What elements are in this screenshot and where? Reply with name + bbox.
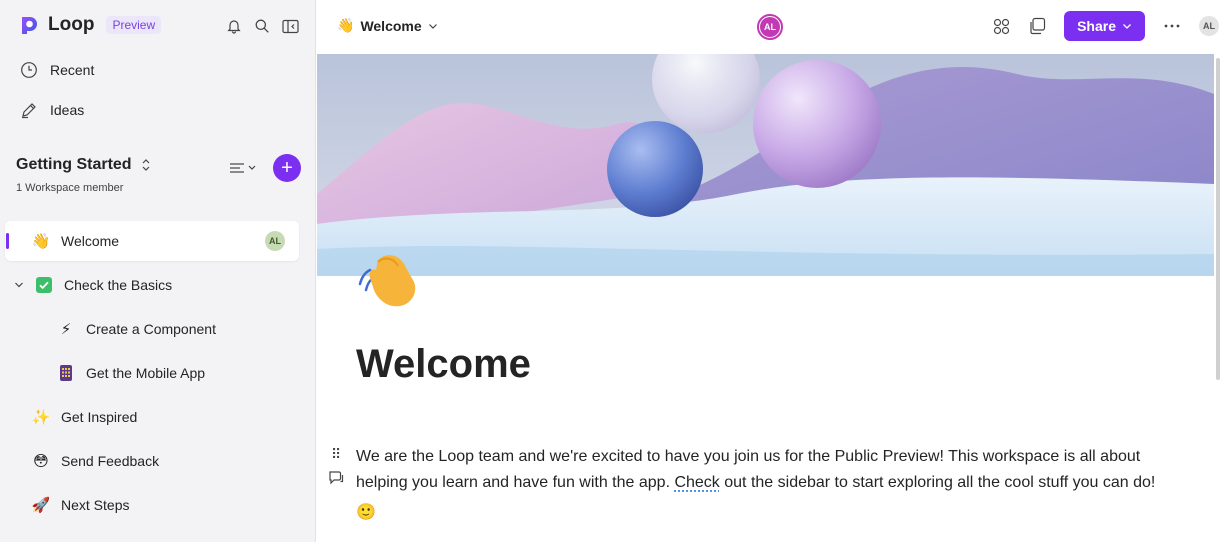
cover-illustration: [317, 54, 1214, 276]
sidebar: Loop Preview Recent Ideas Getting Starte…: [0, 0, 316, 542]
sort-chevron-icon: [142, 159, 149, 171]
page-item-label: Welcome: [61, 233, 120, 249]
page-item-label: Create a Component: [86, 321, 216, 337]
nav-recent-label: Recent: [50, 62, 95, 78]
nav-ideas-label: Ideas: [50, 102, 85, 118]
cover-image: [317, 54, 1214, 276]
sort-options-icon[interactable]: [229, 159, 259, 177]
page-item-get-inspired[interactable]: ✨ Get Inspired: [31, 407, 138, 427]
chevron-down-icon: [1123, 24, 1131, 29]
page-item-create-component[interactable]: ⚡ Create a Component: [56, 319, 216, 339]
search-icon[interactable]: [253, 17, 271, 35]
page-item-label: Next Steps: [61, 497, 130, 513]
sidebar-top-icons: [225, 17, 299, 35]
sparkles-icon: ✨: [31, 409, 51, 426]
comment-icon[interactable]: [328, 469, 344, 490]
chevron-down-icon: [428, 23, 437, 29]
active-indicator: [6, 233, 9, 249]
avatar: AL: [265, 231, 285, 251]
page-item-send-feedback[interactable]: 😳 Send Feedback: [31, 451, 159, 471]
collapse-sidebar-icon[interactable]: [281, 17, 299, 35]
drag-handle-icon[interactable]: ⠿: [331, 446, 341, 463]
nav-recent[interactable]: Recent: [20, 61, 94, 79]
smiling-face-icon: 🙂: [356, 504, 376, 521]
collaborator-avatar[interactable]: AL: [757, 14, 783, 40]
page-item-check-basics[interactable]: Check the Basics: [14, 275, 172, 295]
phone-icon: [56, 363, 76, 383]
paragraph-text: out the sidebar to start exploring all t…: [719, 474, 1156, 491]
page-item-label: Check the Basics: [64, 277, 173, 293]
page-item-label: Get the Mobile App: [86, 365, 206, 381]
workspace-title-label: Getting Started: [16, 156, 132, 173]
user-avatar[interactable]: AL: [1199, 16, 1219, 36]
page-title-dropdown[interactable]: 👋 Welcome: [337, 17, 438, 34]
top-bar: 👋 Welcome AL Share AL: [317, 0, 1221, 54]
loop-logo-icon: [22, 17, 37, 34]
chevron-down-icon[interactable]: [14, 280, 24, 290]
pen-icon: [22, 103, 36, 119]
welcome-paragraph[interactable]: We are the Loop team and we're excited t…: [356, 444, 1176, 526]
check-box-icon: [34, 275, 54, 295]
copy-link-icon[interactable]: [1028, 17, 1046, 35]
lightning-icon: ⚡: [60, 321, 72, 338]
page-item-next-steps[interactable]: 🚀 Next Steps: [31, 495, 130, 515]
workspace-controls: +: [229, 154, 301, 182]
spelling-flag[interactable]: Check: [674, 474, 719, 491]
scrollbar[interactable]: [1216, 58, 1220, 380]
brand[interactable]: Loop Preview: [18, 14, 162, 36]
waving-hand-icon: 👋: [337, 17, 355, 33]
page-title: Welcome: [360, 17, 422, 34]
page-heading[interactable]: Welcome: [356, 342, 531, 387]
page-item-mobile-app[interactable]: Get the Mobile App: [56, 363, 205, 383]
page-item-welcome[interactable]: 👋 Welcome AL: [5, 221, 299, 261]
workspace-members: 1 Workspace member: [16, 182, 124, 194]
avatar-initials: AL: [760, 17, 780, 37]
nav-ideas[interactable]: Ideas: [20, 101, 84, 119]
add-page-button[interactable]: +: [273, 154, 301, 182]
page-item-label: Send Feedback: [61, 453, 160, 469]
workspace-title[interactable]: Getting Started: [16, 156, 152, 174]
app-name: Loop: [48, 14, 95, 35]
page-item-label: Get Inspired: [61, 409, 138, 425]
share-button[interactable]: Share: [1064, 11, 1145, 41]
clock-icon: [21, 62, 37, 78]
components-grid-icon[interactable]: [992, 17, 1010, 35]
more-options-icon[interactable]: [1163, 17, 1181, 35]
waving-hand-icon: 👋: [31, 233, 51, 250]
top-right-actions: Share AL: [992, 11, 1221, 41]
preview-badge: Preview: [106, 16, 162, 34]
share-label: Share: [1077, 18, 1116, 34]
rocket-icon: 🚀: [31, 497, 51, 514]
bell-icon[interactable]: [225, 17, 243, 35]
flushed-face-icon: 😳: [33, 453, 49, 470]
waving-hand-icon: [358, 255, 416, 307]
